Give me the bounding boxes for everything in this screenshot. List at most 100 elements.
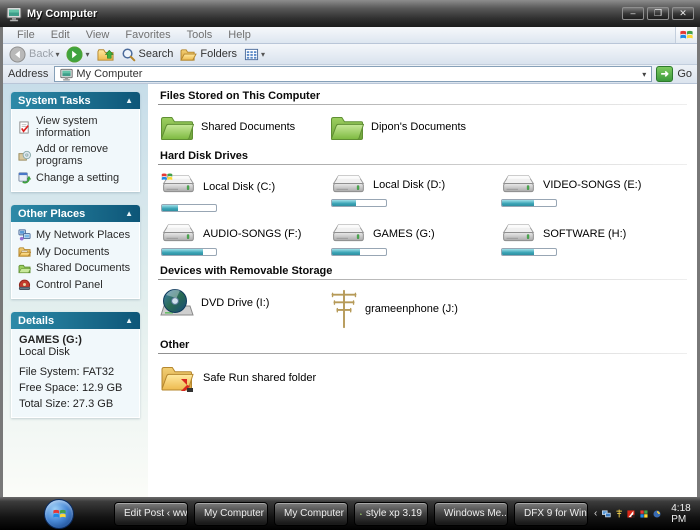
back-dropdown-icon[interactable]: ▾ <box>55 50 59 59</box>
other-places-header[interactable]: Other Places ▲ <box>11 205 140 222</box>
up-button[interactable] <box>97 46 114 63</box>
item-label: grameenphone (J:) <box>365 303 458 315</box>
section-other: Other Safe Run shared folder <box>158 337 687 394</box>
antenna-icon <box>330 288 358 330</box>
views-button[interactable]: ▾ <box>244 47 265 62</box>
menu-file[interactable]: File <box>9 29 43 41</box>
drive-item-c[interactable]: Local Disk (C:) <box>160 173 330 212</box>
search-label: Search <box>138 48 174 60</box>
windows-flag-tray-icon[interactable] <box>640 509 648 519</box>
kaspersky-tray-icon[interactable] <box>627 509 635 519</box>
drive-item-g[interactable]: GAMES (G:) <box>330 222 500 256</box>
drive-item-f[interactable]: AUDIO-SONGS (F:) <box>160 222 330 256</box>
sidebar-item-label: View system information <box>36 115 98 139</box>
folders-icon <box>180 47 197 62</box>
sidebar-item-shared-documents[interactable]: Shared Documents <box>14 260 137 276</box>
taskbar-button-label: DFX 9 for Win... <box>524 508 587 519</box>
sidebar-item-my-network-places[interactable]: My Network Places <box>14 226 137 243</box>
sidebar-item-label: Change a setting <box>36 171 120 184</box>
item-label: SOFTWARE (H:) <box>543 227 627 240</box>
window-title: My Computer <box>27 7 98 20</box>
disk-usage-bar <box>161 248 217 256</box>
forward-dropdown-icon[interactable]: ▾ <box>85 50 89 59</box>
control-panel-icon <box>18 278 31 291</box>
views-dropdown-icon[interactable]: ▾ <box>261 50 265 59</box>
section-title: Hard Disk Drives <box>160 150 249 162</box>
sidebar-item-label: Add or remove programs <box>36 143 109 167</box>
system-tray: ‹ 4:18 PM <box>594 503 700 525</box>
taskbar-button-dfx[interactable]: DFX 9 for Win... <box>514 501 588 526</box>
title-bar[interactable]: My Computer – ❐ ✕ <box>0 0 700 27</box>
details-panel: Details ▲ GAMES (G:) Local Disk File Sys… <box>11 312 140 418</box>
add-remove-programs-icon <box>18 149 31 162</box>
windows-flag-icon <box>52 507 67 521</box>
network-tray-icon[interactable] <box>602 509 611 519</box>
section-divider <box>158 279 687 280</box>
menu-edit[interactable]: Edit <box>43 29 78 41</box>
sidebar-item-control-panel[interactable]: Control Panel <box>14 276 137 293</box>
sidebar-item-change-a-setting[interactable]: Change a setting <box>14 169 137 186</box>
close-button[interactable]: ✕ <box>672 7 694 20</box>
drive-icon <box>330 173 366 196</box>
sidebar-item-add-remove-programs[interactable]: Add or remove programs <box>14 141 137 169</box>
start-button[interactable] <box>44 498 74 529</box>
taskbar-button-style-xp[interactable]: style xp 3.19 <box>354 501 428 526</box>
folder-item-dipons-documents[interactable]: Dipon's Documents <box>330 113 500 141</box>
collapse-arrow-icon[interactable]: ▲ <box>125 209 133 218</box>
sidebar-item-my-documents[interactable]: My Documents <box>14 243 137 260</box>
system-tasks-panel: System Tasks ▲ View system information A… <box>11 92 140 192</box>
section-title: Other <box>160 339 190 351</box>
menu-favorites[interactable]: Favorites <box>117 29 178 41</box>
taskbar-button-label: Windows Me... <box>444 508 508 519</box>
back-button[interactable]: Back ▾ <box>9 46 59 63</box>
up-folder-icon <box>97 46 114 63</box>
minimize-button[interactable]: – <box>622 7 644 20</box>
disk-usage-bar <box>331 199 387 207</box>
antenna-tray-icon[interactable] <box>616 508 622 519</box>
collapse-arrow-icon[interactable]: ▲ <box>125 316 133 325</box>
taskbar-button-my-computer-1[interactable]: My Computer <box>194 501 268 526</box>
drive-item-h[interactable]: SOFTWARE (H:) <box>500 222 670 256</box>
menu-help[interactable]: Help <box>220 29 259 41</box>
taskbar-button-my-computer-2[interactable]: My Computer <box>274 501 348 526</box>
details-drive-name: GAMES (G:) <box>19 334 82 346</box>
folder-item-safe-run[interactable]: Safe Run shared folder <box>160 362 330 394</box>
device-item-dvd-drive[interactable]: DVD Drive (I:) <box>160 288 330 330</box>
search-button[interactable]: Search <box>121 47 174 62</box>
details-header[interactable]: Details ▲ <box>11 312 140 329</box>
address-value: My Computer <box>76 68 143 80</box>
menu-tools[interactable]: Tools <box>179 29 221 41</box>
details-drive-type: Local Disk <box>19 346 70 358</box>
taskbar-clock[interactable]: 4:18 PM <box>671 503 700 525</box>
menu-view[interactable]: View <box>78 29 118 41</box>
sidebar-item-view-system-information[interactable]: View system information <box>14 113 137 141</box>
item-label: VIDEO-SONGS (E:) <box>543 178 642 191</box>
drive-item-d[interactable]: Local Disk (D:) <box>330 173 500 212</box>
taskbar-button-windows-media[interactable]: Windows Me... <box>434 501 508 526</box>
restore-button[interactable]: ❐ <box>647 7 669 20</box>
collapse-arrow-icon[interactable]: ▲ <box>125 96 133 105</box>
item-label: GAMES (G:) <box>373 227 435 240</box>
forward-button[interactable]: ▾ <box>66 46 90 63</box>
swirl-tray-icon[interactable] <box>653 509 661 519</box>
folders-button[interactable]: Folders <box>180 47 237 62</box>
go-button[interactable]: ➜ <box>656 66 674 82</box>
details-total-size: Total Size: 27.3 GB <box>19 398 114 410</box>
folder-view: Files Stored on This Computer Shared Doc… <box>148 84 697 497</box>
saferun-folder-icon <box>160 362 196 394</box>
drive-icon <box>500 222 536 245</box>
system-tasks-header[interactable]: System Tasks ▲ <box>11 92 140 109</box>
tray-expand-icon[interactable]: ‹ <box>594 508 597 519</box>
device-item-grameenphone[interactable]: grameenphone (J:) <box>330 288 500 330</box>
drive-item-e[interactable]: VIDEO-SONGS (E:) <box>500 173 670 212</box>
section-divider <box>158 353 687 354</box>
window-body: File Edit View Favorites Tools Help Back… <box>0 27 700 497</box>
folder-item-shared-documents[interactable]: Shared Documents <box>160 113 330 141</box>
taskbar-button-label: style xp 3.19 <box>365 508 422 519</box>
taskbar-button-edit-post[interactable]: Edit Post ‹ ww... <box>114 501 188 526</box>
menu-bar: File Edit View Favorites Tools Help <box>3 27 697 44</box>
system-tasks-body: View system information Add or remove pr… <box>11 109 140 192</box>
address-dropdown-icon[interactable]: ▾ <box>639 70 649 79</box>
address-input[interactable]: My Computer ▾ <box>54 66 653 82</box>
dvd-drive-icon <box>160 288 194 318</box>
